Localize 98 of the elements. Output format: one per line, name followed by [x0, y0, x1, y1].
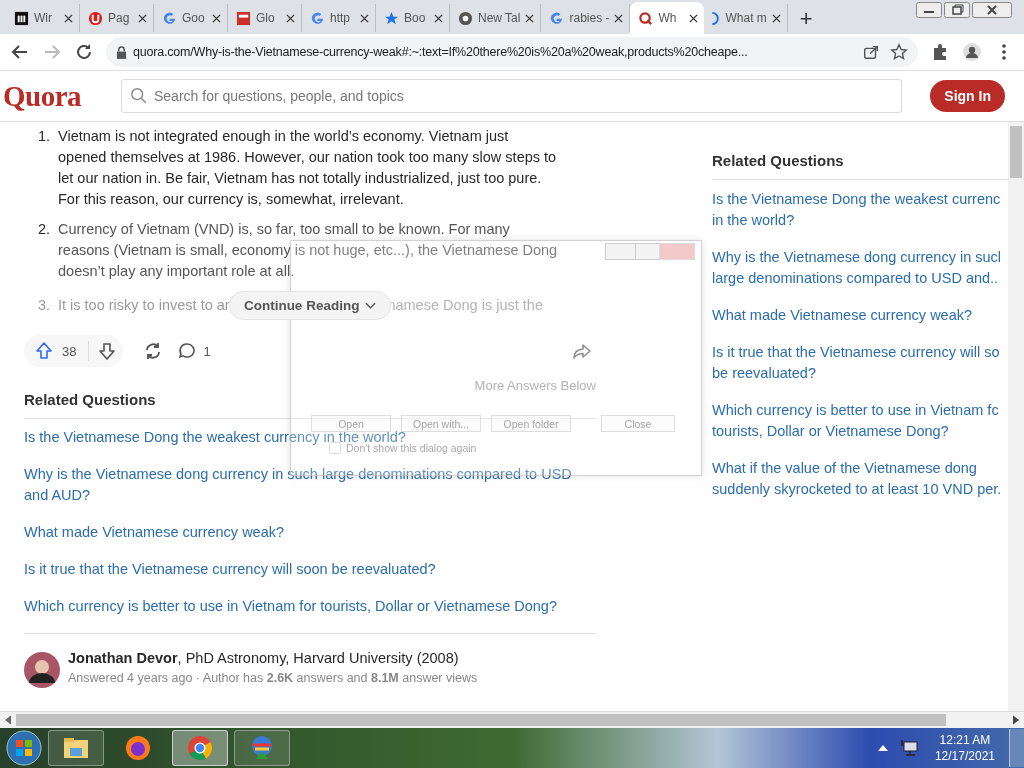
chrome-icon [458, 10, 473, 26]
more-answers-label: More Answers Below [473, 378, 596, 393]
comments-button[interactable]: 1 [177, 341, 211, 361]
chrome-icon [185, 733, 215, 763]
letter-g-icon [549, 10, 565, 26]
tab-title: http [330, 11, 351, 25]
tab-title: Goo [182, 11, 206, 25]
question-link[interactable]: What made Vietnamese currency weak? [24, 522, 596, 543]
question-link[interactable]: Why is the Vietnamese dong currency in sucl large denominations compared to USD and.. [712, 247, 1008, 289]
close-icon[interactable] [972, 2, 1012, 18]
section-heading: Related Questions [712, 152, 1008, 180]
letter-q-icon [638, 10, 654, 26]
tab-title: Wh [658, 11, 678, 25]
square-icon [236, 10, 251, 26]
share-icon[interactable] [862, 43, 880, 61]
tab-title: rabies - [569, 11, 610, 25]
quora-logo[interactable]: Quora [3, 79, 93, 113]
lock-icon [116, 45, 127, 59]
browser-tab[interactable]: http [302, 4, 376, 32]
avatar-silhouette-icon[interactable] [24, 652, 60, 688]
letter-u-icon [88, 10, 103, 26]
taskbar-button[interactable] [172, 730, 228, 766]
letter-g-icon [310, 10, 325, 26]
question-link[interactable]: Which currency is better to use in Vietnam for tourists, Dollar or Vietnamese Dong? [24, 596, 596, 617]
close-icon[interactable] [771, 13, 781, 23]
url-text: quora.com/Why-is-the-Vietnamese-currency-weak#:~:text=If%20there%20is%20a%20weak,products%20cheape... [133, 45, 749, 59]
window-controls-icon [605, 243, 695, 261]
close-icon[interactable] [434, 13, 443, 23]
answer-paragraph: Currency of Vietnam (VND) is, so far, too small to be known. For many reasons (Vietnam is small, economy is not huge, etc...), the Vietnamese Dong doesn’t play any important role at all. [58, 220, 558, 281]
question-link[interactable]: What made Vietnamese currency weak? [712, 305, 1008, 326]
continue-reading-button[interactable]: Continue Reading [228, 291, 392, 320]
up-arrow-icon [34, 341, 54, 361]
question-link[interactable]: Is it true that the Vietnamese currency will soon be reevaluated? [24, 559, 596, 580]
author-name[interactable]: Jonathan Devor [68, 650, 178, 666]
question-link[interactable]: Which currency is better to use in Vietnam fc tourists, Dollar or Vietnamese Dong? [712, 400, 1008, 442]
answer-meta: Answered 4 years ago · Author has 2.6K answers and 8.1M answer views [68, 671, 478, 685]
share-arrow-icon[interactable] [572, 341, 592, 361]
tab-title: New Tal [478, 11, 521, 25]
chevron-down-icon [365, 301, 377, 310]
tab-title: Pag [108, 11, 131, 25]
minimize-icon[interactable] [916, 2, 942, 18]
start-orb-icon[interactable] [6, 730, 42, 766]
browser-tab[interactable]: Wir [6, 4, 80, 32]
upvote-button[interactable]: 38 [24, 341, 90, 361]
close-icon[interactable] [138, 13, 147, 23]
close-icon[interactable] [64, 13, 73, 23]
browser-tab[interactable]: Wh [630, 2, 705, 34]
checkbox[interactable] [329, 442, 341, 454]
tab-title: Glo [256, 11, 276, 25]
loading-icon [712, 10, 721, 26]
star-icon[interactable] [890, 43, 908, 61]
browser-tab[interactable]: New Tal [450, 4, 542, 32]
close-icon[interactable] [212, 13, 221, 23]
down-arrow-icon[interactable] [97, 341, 118, 361]
sign-in-button[interactable]: Sign In [930, 80, 1005, 112]
letter-g-icon [162, 10, 177, 26]
checkbox-label: Don't show this dialog again [346, 442, 477, 454]
list-number: 1. [38, 127, 52, 146]
vertical-scrollbar[interactable] [1008, 122, 1024, 711]
question-link[interactable]: What if the value of the Vietnamese dong suddenly skyrocketed to at least 10 VND per. [712, 458, 1008, 500]
question-link[interactable]: Is the Vietnamese Dong the weakest currenc in the world? [712, 189, 1008, 231]
profile-icon[interactable] [962, 42, 982, 62]
close-icon[interactable] [286, 13, 295, 23]
browser-tab[interactable]: Pag [80, 4, 154, 32]
close-icon[interactable] [614, 13, 624, 23]
star-icon [384, 10, 399, 26]
close-icon[interactable] [689, 13, 699, 23]
answer-paragraph: Vietnam is not integrated enough in the world’s economy. Vietnam just opened themselves at 1986. However, our nation took too many slow steps to let our nation in. Be fair, Vietnam has not totally industrialized, just too pure. For this reason, our currency is, somewhat, irrelevant. [58, 127, 558, 209]
speech-bubble-icon [177, 341, 198, 361]
clock-date[interactable]: 12/17/2021 [934, 748, 995, 764]
list-number: 2. [38, 220, 52, 239]
horizontal-scrollbar[interactable] [0, 711, 1024, 728]
search-icon [130, 87, 148, 105]
taskbar-button[interactable] [48, 730, 104, 766]
tab-title: Wir [34, 11, 53, 25]
reload-icon[interactable] [74, 42, 94, 62]
building-icon [14, 10, 29, 26]
restore-icon[interactable] [944, 2, 970, 18]
up-caret-icon[interactable] [876, 743, 889, 753]
browser-tab[interactable]: Boo [376, 4, 450, 32]
search-field[interactable]: Search for questions, people, and topics [121, 79, 903, 113]
author-credential: , PhD Astronomy, Harvard University (2008) [177, 650, 459, 666]
address-field[interactable]: quora.com/Why-is-the-Vietnamese-currency-weak#:~:text=If%20there%20is%20a%20weak,products%20cheape... [106, 37, 918, 67]
section-heading: Related Questions [24, 391, 596, 419]
network-monitor-icon[interactable] [898, 738, 919, 758]
firefox-icon [123, 733, 153, 763]
question-link[interactable]: Why is the Vietnamese dong currency in such large denominations compared to USD and AUD? [24, 464, 596, 506]
browser-tab[interactable]: Glo [228, 4, 302, 32]
browser-tab[interactable]: Goo [154, 4, 228, 32]
tab-title: What m [725, 11, 767, 25]
close-icon[interactable] [525, 13, 535, 23]
new-tab-button[interactable]: + [789, 4, 823, 34]
tab-title: Boo [404, 11, 427, 25]
question-link[interactable]: Is it true that the Vietnamese currency will so be reevaluated? [712, 342, 1008, 384]
clock-time[interactable]: 12:21 AM [939, 732, 991, 748]
browser-tab[interactable]: What m [704, 4, 788, 32]
list-number: 3. [38, 296, 52, 315]
close-icon[interactable] [360, 13, 369, 23]
